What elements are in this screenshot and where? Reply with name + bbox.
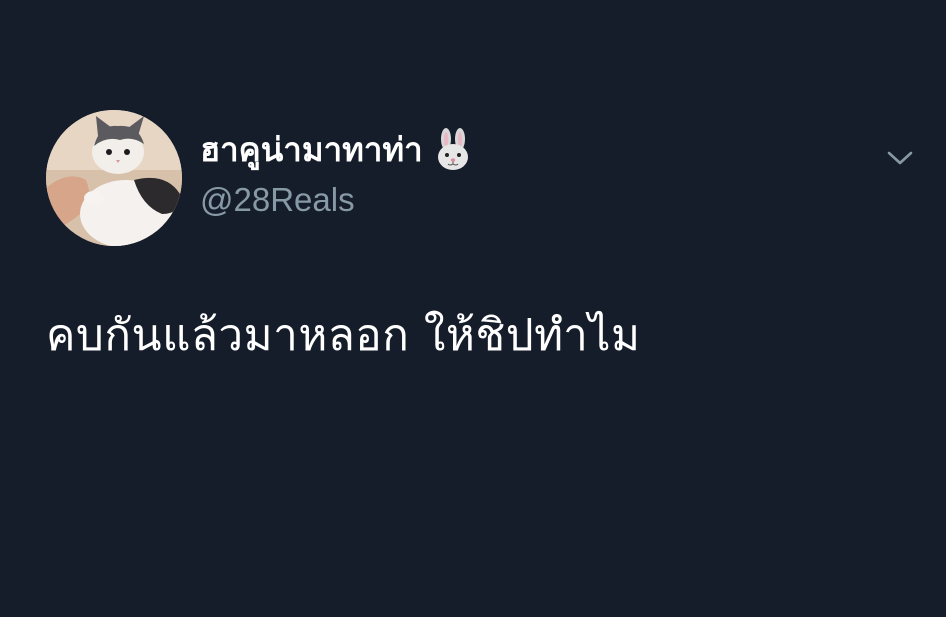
tweet-menu-button[interactable]	[878, 140, 922, 176]
tweet-text: คบกันแล้วมาหลอก ให้ชิปทำไม	[46, 310, 641, 361]
cat-avatar-image	[46, 110, 182, 246]
author-handle[interactable]: @28Reals	[200, 178, 355, 222]
chevron-down-icon	[887, 151, 913, 165]
display-name[interactable]: ฮาคูน่ามาทาท่า	[200, 128, 423, 172]
rabbit-face-icon	[431, 128, 475, 172]
tweet-card: ฮาคูน่ามาทาท่า @28Reals คบกันแล้วมาหลอก …	[0, 0, 946, 617]
avatar[interactable]	[46, 110, 182, 246]
author-name-row[interactable]: ฮาคูน่ามาทาท่า	[200, 128, 475, 172]
